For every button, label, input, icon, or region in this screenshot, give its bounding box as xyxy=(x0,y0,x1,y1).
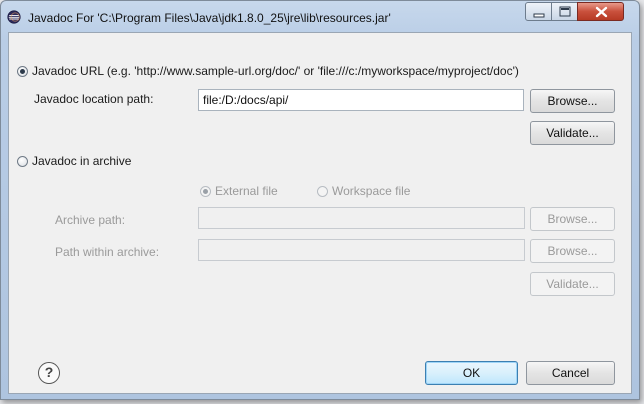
window-title: Javadoc For 'C:\Program Files\Java\jdk1.… xyxy=(28,11,391,25)
path-within-archive-label: Path within archive: xyxy=(55,245,160,259)
dialog-window: Javadoc For 'C:\Program Files\Java\jdk1.… xyxy=(0,0,640,400)
ok-button[interactable]: OK xyxy=(425,361,518,385)
close-icon xyxy=(595,6,608,18)
validate-archive-button[interactable]: Validate... xyxy=(530,272,615,296)
javadoc-archive-radio-label: Javadoc in archive xyxy=(32,154,132,168)
eclipse-icon xyxy=(7,10,21,24)
external-file-label: External file xyxy=(215,184,278,198)
minimize-icon xyxy=(533,13,545,18)
maximize-button[interactable] xyxy=(551,2,578,21)
workspace-file-label: Workspace file xyxy=(332,184,411,198)
cancel-button[interactable]: Cancel xyxy=(526,361,615,385)
javadoc-archive-radio[interactable] xyxy=(17,156,28,167)
archive-path-input[interactable] xyxy=(198,207,525,229)
javadoc-url-radio-label: Javadoc URL (e.g. 'http://www.sample-url… xyxy=(32,64,519,78)
browse-url-button[interactable]: Browse... xyxy=(530,89,615,113)
archive-path-label: Archive path: xyxy=(55,213,126,227)
javadoc-url-radio[interactable] xyxy=(17,66,28,77)
browse-archive-button[interactable]: Browse... xyxy=(530,207,615,231)
javadoc-location-input[interactable] xyxy=(198,89,524,111)
minimize-button[interactable] xyxy=(525,2,552,21)
workspace-file-radio[interactable] xyxy=(317,186,328,197)
external-file-radio[interactable] xyxy=(200,186,211,197)
help-icon[interactable]: ? xyxy=(38,362,60,384)
maximize-icon xyxy=(559,6,571,17)
path-within-archive-input[interactable] xyxy=(198,239,525,261)
validate-url-button[interactable]: Validate... xyxy=(530,121,615,145)
browse-path-within-button[interactable]: Browse... xyxy=(530,239,615,263)
close-button[interactable] xyxy=(577,2,624,21)
dialog-content: Javadoc URL (e.g. 'http://www.sample-url… xyxy=(8,32,632,394)
javadoc-location-label: Javadoc location path: xyxy=(34,92,154,106)
title-bar[interactable]: Javadoc For 'C:\Program Files\Java\jdk1.… xyxy=(1,1,639,33)
